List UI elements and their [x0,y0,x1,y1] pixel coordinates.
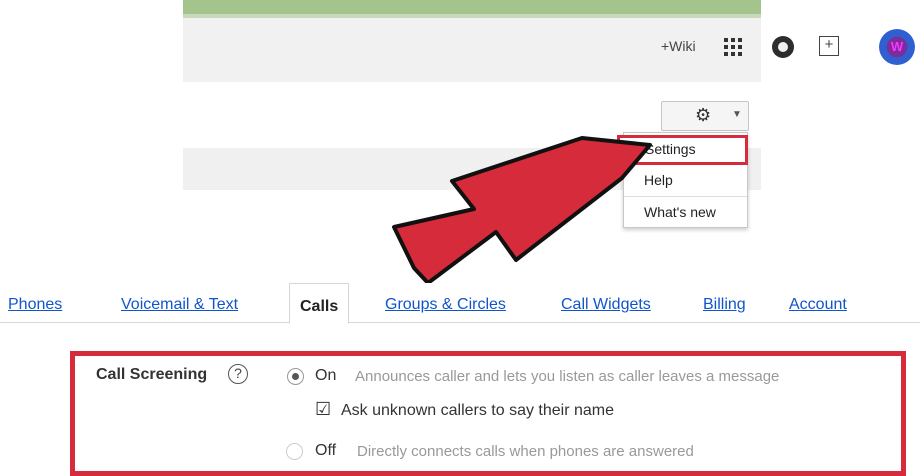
off-description: Directly connects calls when phones are … [357,443,694,460]
arrow-upper [392,136,652,285]
tab-voicemail-text[interactable]: Voicemail & Text [121,296,238,314]
tab-call-widgets[interactable]: Call Widgets [561,296,651,314]
ask-name-label: Ask unknown callers to say their name [341,402,615,419]
tab-billing[interactable]: Billing [703,296,746,314]
help-icon[interactable]: ? [228,364,248,384]
tab-phones[interactable]: Phones [8,296,62,314]
on-description: Announces caller and lets you listen as … [355,368,780,385]
call-screening-label: Call Screening [96,366,208,383]
tab-account[interactable]: Account [789,296,847,314]
off-label: Off [315,442,337,459]
tab-groups-circles[interactable]: Groups & Circles [385,296,506,314]
ask-name-checkbox[interactable]: ☑ [315,400,333,418]
on-label: On [315,367,337,384]
settings-tabs: Phones Voicemail & Text Calls Groups & C… [0,283,920,324]
radio-on[interactable] [287,368,304,385]
radio-off[interactable] [286,443,303,460]
tab-calls[interactable]: Calls [289,283,350,324]
